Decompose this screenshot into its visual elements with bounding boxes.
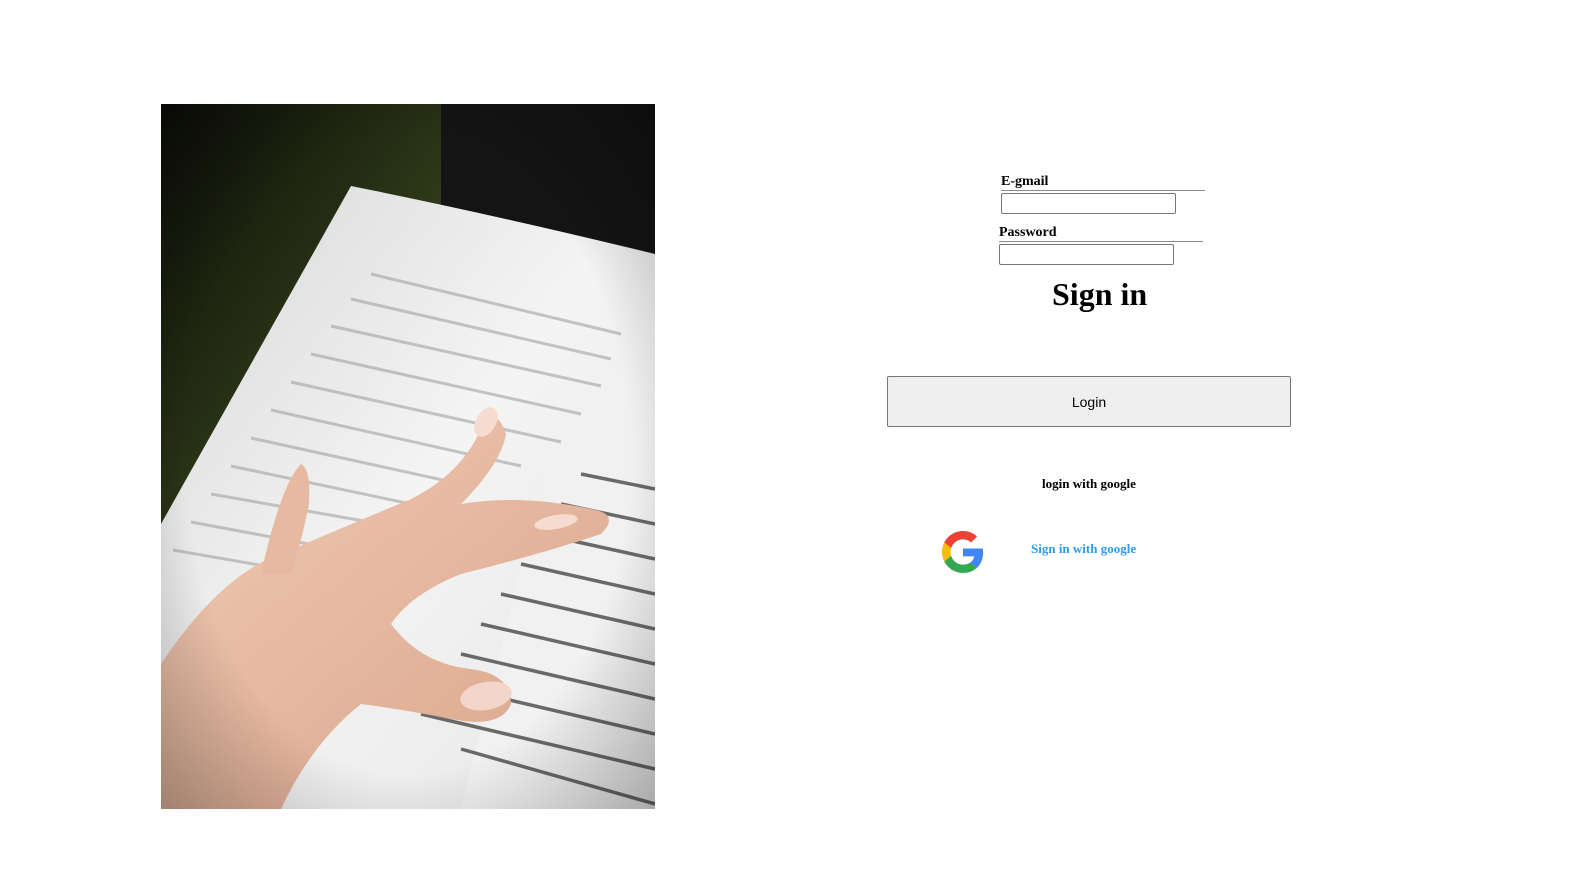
login-with-google-caption: login with google bbox=[1042, 476, 1136, 491]
password-input[interactable] bbox=[999, 244, 1174, 265]
email-input[interactable] bbox=[1001, 193, 1176, 214]
sign-in-with-google-link[interactable]: Sign in with google bbox=[1031, 541, 1136, 557]
google-g-icon[interactable] bbox=[942, 531, 984, 573]
password-label: Password bbox=[999, 225, 1203, 242]
sign-in-title: Sign in bbox=[1052, 276, 1148, 312]
book-reading-photo bbox=[161, 104, 655, 809]
email-label: E-gmail bbox=[1001, 174, 1205, 191]
login-button[interactable]: Login bbox=[887, 376, 1291, 427]
login-page: E-gmail Password Sign in Login login wit… bbox=[0, 0, 1584, 877]
